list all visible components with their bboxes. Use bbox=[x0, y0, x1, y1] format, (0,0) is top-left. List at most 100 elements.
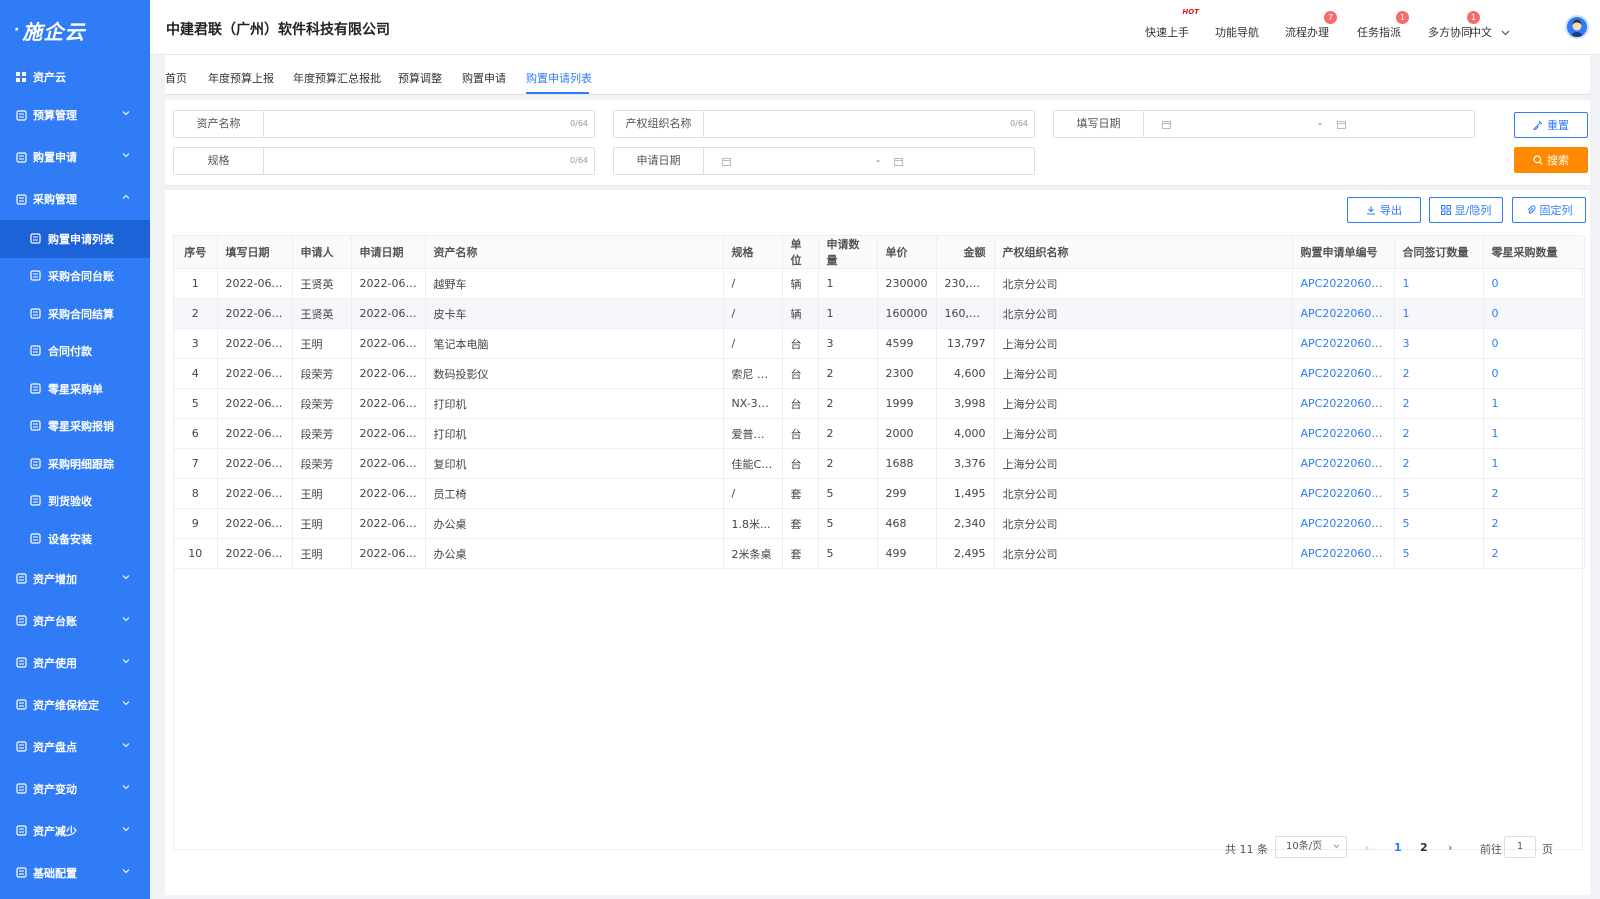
header-link[interactable]: 任务指派 1 bbox=[1357, 11, 1409, 40]
table-cell[interactable]: 2 bbox=[1483, 538, 1585, 569]
sidebar-subitem[interactable]: 零星采购报销 bbox=[0, 408, 150, 446]
table-cell[interactable]: 1 bbox=[1394, 298, 1484, 329]
tab[interactable]: 预算调整 bbox=[398, 70, 442, 86]
app-logo[interactable]: · 施企云 bbox=[0, 0, 150, 60]
tab[interactable]: 年度预算汇总报批 bbox=[293, 70, 381, 86]
next-page-button[interactable]: › bbox=[1448, 841, 1452, 854]
sidebar-group[interactable]: 购置申请 bbox=[0, 136, 150, 178]
sidebar-group[interactable]: 资产使用 bbox=[0, 642, 150, 684]
toggle-columns-button[interactable]: 显/隐列 bbox=[1429, 197, 1503, 223]
table-row[interactable]: 5 2022-06-23 段荣芳 2022-06-21 打印机 NX-3000 台 2 1999… bbox=[174, 388, 1585, 419]
table-row[interactable]: 4 2022-06-23 段荣芳 2022-06-21 数码投影仪 索尼 M... 台 2 23… bbox=[174, 358, 1585, 389]
table-cell[interactable]: 2 bbox=[1394, 418, 1484, 449]
column-header[interactable]: 购置申请单编号 bbox=[1292, 236, 1395, 269]
sidebar-group[interactable]: 资产变动 bbox=[0, 768, 150, 810]
reset-button[interactable]: 重置 bbox=[1514, 112, 1588, 138]
table-cell[interactable]: APC2022060001 bbox=[1292, 508, 1395, 539]
table-row[interactable]: 8 2022-06-23 王明 2022-06-20 员工椅 / 套 5 299 1,495 北京分… bbox=[174, 478, 1585, 509]
column-header[interactable]: 产权组织名称 bbox=[994, 236, 1293, 269]
table-cell[interactable]: 5 bbox=[1394, 508, 1484, 539]
apply-date-range[interactable]: 申请日期 - bbox=[613, 147, 1035, 175]
header-link[interactable]: 流程办理 7 bbox=[1285, 11, 1337, 40]
tab[interactable]: 购置申请列表 bbox=[526, 70, 592, 86]
table-row[interactable]: 7 2022-06-23 段荣芳 2022-06-21 复印机 佳能C3... 台 2 1688… bbox=[174, 448, 1585, 479]
sidebar-group[interactable]: 资产增加 bbox=[0, 558, 150, 600]
table-row[interactable]: 1 2022-06-27 王贤英 2022-06-24 越野车 / 辆 1 230000 230,… bbox=[174, 268, 1585, 299]
column-header[interactable]: 申请人 bbox=[292, 236, 352, 269]
page-1[interactable]: 1 bbox=[1394, 841, 1402, 854]
sidebar-group[interactable]: 资产减少 bbox=[0, 810, 150, 852]
column-header[interactable]: 资产名称 bbox=[425, 236, 724, 269]
fill-date-range[interactable]: 填写日期 - bbox=[1053, 110, 1475, 138]
org-name-input[interactable]: 产权组织名称 0/64 bbox=[613, 110, 1035, 138]
header-link[interactable]: 快速上手 HOT bbox=[1145, 8, 1199, 40]
table-cell[interactable]: 0 bbox=[1483, 298, 1585, 329]
table-cell[interactable]: APC2022060001 bbox=[1292, 538, 1395, 569]
export-button[interactable]: 导出 bbox=[1347, 197, 1421, 223]
spec-input[interactable]: 规格 0/64 bbox=[173, 147, 595, 175]
table-cell[interactable]: 2 bbox=[1394, 448, 1484, 479]
asset-name-input[interactable]: 资产名称 0/64 bbox=[173, 110, 595, 138]
sidebar-group[interactable]: 采购管理 bbox=[0, 178, 150, 220]
tab[interactable]: 首页 bbox=[165, 70, 187, 86]
header-link[interactable]: 多方协同 1 bbox=[1428, 11, 1480, 40]
page-2[interactable]: 2 bbox=[1420, 841, 1428, 854]
table-cell[interactable]: 3 bbox=[1394, 328, 1484, 359]
table-row[interactable]: 9 2022-06-23 王明 2022-06-20 办公桌 1.8米... 套 5 468 2,… bbox=[174, 508, 1585, 539]
table-row[interactable]: 3 2022-06-27 王明 2022-06-24 笔记本电脑 / 台 3 4599 13,79… bbox=[174, 328, 1585, 359]
table-cell[interactable]: 2 bbox=[1483, 508, 1585, 539]
language-select[interactable]: 中文 bbox=[1470, 24, 1510, 40]
search-button[interactable]: 搜索 bbox=[1514, 147, 1588, 173]
column-header[interactable]: 序号 bbox=[174, 236, 218, 269]
sidebar-subitem[interactable]: 合同付款 bbox=[0, 333, 150, 371]
column-header[interactable]: 单位 bbox=[782, 236, 819, 269]
sidebar-group[interactable]: 资产台账 bbox=[0, 600, 150, 642]
sidebar-subitem[interactable]: 购置申请列表 bbox=[0, 220, 150, 258]
table-row[interactable]: 2 2022-06-27 王贤英 2022-06-24 皮卡车 / 辆 1 160000 160,… bbox=[174, 298, 1585, 329]
table-cell[interactable]: 0 bbox=[1483, 358, 1585, 389]
sidebar-subitem[interactable]: 到货验收 bbox=[0, 483, 150, 521]
column-header[interactable]: 金额 bbox=[936, 236, 995, 269]
sidebar-subitem[interactable]: 采购合同结算 bbox=[0, 295, 150, 333]
tab[interactable]: 年度预算上报 bbox=[208, 70, 274, 86]
tab[interactable]: 购置申请 bbox=[462, 70, 506, 86]
table-cell[interactable]: 2 bbox=[1394, 388, 1484, 419]
page-size-select[interactable]: 10条/页 bbox=[1275, 836, 1347, 858]
table-cell[interactable]: 5 bbox=[1394, 538, 1484, 569]
table-cell[interactable]: APC2022060003 bbox=[1292, 328, 1395, 359]
table-cell[interactable]: APC2022060004 bbox=[1292, 298, 1395, 329]
fix-columns-button[interactable]: 固定列 bbox=[1512, 197, 1586, 223]
table-row[interactable]: 6 2022-06-23 段荣芳 2022-06-21 打印机 爱普生... 台 2 2000 4… bbox=[174, 418, 1585, 449]
table-cell[interactable]: 1 bbox=[1483, 448, 1585, 479]
table-cell[interactable]: 0 bbox=[1483, 328, 1585, 359]
table-cell[interactable]: 0 bbox=[1483, 268, 1585, 299]
column-header[interactable]: 申请数量 bbox=[818, 236, 878, 269]
table-cell[interactable]: APC2022060002 bbox=[1292, 418, 1395, 449]
column-header[interactable]: 申请日期 bbox=[351, 236, 426, 269]
column-header[interactable]: 单价 bbox=[877, 236, 937, 269]
table-cell[interactable]: APC2022060002 bbox=[1292, 358, 1395, 389]
prev-page-button[interactable]: ‹ bbox=[1365, 841, 1369, 854]
sidebar-group[interactable]: 预算管理 bbox=[0, 94, 150, 136]
column-header[interactable]: 规格 bbox=[723, 236, 783, 269]
sidebar-group[interactable]: 资产维保检定 bbox=[0, 684, 150, 726]
sidebar-group[interactable]: 资产盘点 bbox=[0, 726, 150, 768]
sidebar-subitem[interactable]: 采购合同台账 bbox=[0, 258, 150, 296]
table-cell[interactable]: 1 bbox=[1483, 388, 1585, 419]
table-cell[interactable]: 2 bbox=[1394, 358, 1484, 389]
table-cell[interactable]: APC2022060002 bbox=[1292, 448, 1395, 479]
table-cell[interactable]: APC2022060004 bbox=[1292, 268, 1395, 299]
sidebar-subitem[interactable]: 采购明细跟踪 bbox=[0, 445, 150, 483]
table-row[interactable]: 10 2022-06-23 王明 2022-06-20 办公桌 2米条桌套 5 499 2,49… bbox=[174, 538, 1585, 569]
column-header[interactable]: 合同签订数量 bbox=[1394, 236, 1484, 269]
table-cell[interactable]: 1 bbox=[1483, 418, 1585, 449]
column-header[interactable]: 填写日期 bbox=[217, 236, 293, 269]
table-cell[interactable]: 2 bbox=[1483, 478, 1585, 509]
header-link[interactable]: 功能导航 bbox=[1215, 24, 1259, 40]
table-cell[interactable]: 5 bbox=[1394, 478, 1484, 509]
table-cell[interactable]: 1 bbox=[1394, 268, 1484, 299]
column-header[interactable]: 零星采购数量 bbox=[1483, 236, 1585, 269]
sidebar-group[interactable]: 基础配置 bbox=[0, 852, 150, 894]
goto-page-input[interactable]: 1 bbox=[1504, 836, 1536, 858]
table-cell[interactable]: APC2022060001 bbox=[1292, 478, 1395, 509]
